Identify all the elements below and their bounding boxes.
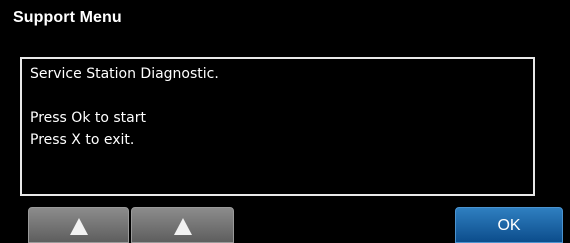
up-arrow-icon	[69, 217, 88, 235]
up-button-1[interactable]	[28, 207, 129, 243]
support-menu-screen: Support Menu Service Station Diagnostic.…	[0, 0, 570, 243]
window-title: Support Menu	[13, 9, 122, 26]
message-panel: Service Station Diagnostic. Press Ok to …	[20, 57, 535, 196]
ok-button-label: OK	[497, 217, 521, 234]
up-button-2[interactable]	[131, 207, 234, 243]
ok-button[interactable]: OK	[455, 207, 563, 243]
message-line-4: Press X to exit.	[30, 132, 135, 148]
message-line-2	[30, 85, 525, 107]
up-arrow-icon	[173, 217, 192, 235]
message-line-3: Press Ok to start	[30, 110, 146, 126]
message-line-1: Service Station Diagnostic.	[30, 66, 219, 82]
